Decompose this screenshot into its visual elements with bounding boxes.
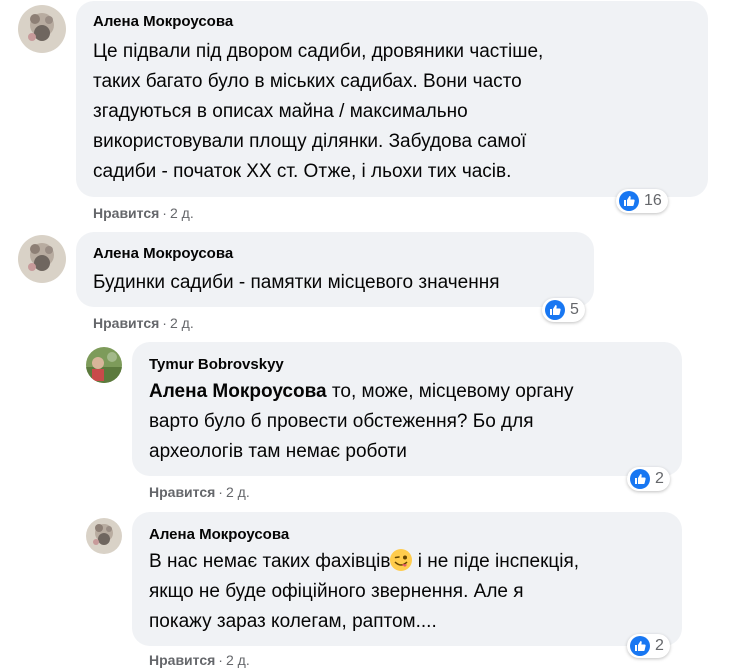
mention-link[interactable]: Алена Мокроусова [149,381,327,402]
thumbs-up-icon [630,636,650,656]
comment-text: Алена Мокроусова то, може, місцевому орг… [149,377,573,467]
meta-separator: · [162,315,167,331]
comment-text: Будинки садиби - памятки місцевого значе… [93,272,500,293]
thumbs-up-icon [619,191,639,211]
avatar[interactable] [18,5,66,53]
avatar-image [18,235,66,283]
comment-time[interactable]: 2 д. [170,205,194,221]
reaction-count: 2 [655,637,664,654]
comment-author[interactable]: Алена Мокроусова [93,245,233,262]
like-link[interactable]: Нравится [149,652,215,668]
comment-time[interactable]: 2 д. [226,652,250,668]
reaction-count-badge[interactable]: 5 [542,298,585,322]
like-link[interactable]: Нравится [93,315,159,331]
avatar[interactable] [86,347,122,383]
avatar[interactable] [86,518,122,554]
reaction-count-badge[interactable]: 2 [627,634,670,658]
avatar[interactable] [18,235,66,283]
reaction-count: 2 [655,470,664,487]
thumbs-up-icon [545,300,565,320]
comment-meta: Нравится · 2 д. [149,484,250,500]
comment-author[interactable]: Алена Мокроусова [149,526,289,543]
comment-author[interactable]: Tymur Bobrovskyy [149,356,284,373]
comment-meta: Нравится · 2 д. [93,315,194,331]
comment-meta: Нравится · 2 д. [149,652,250,668]
avatar-image [86,518,122,554]
comment-text-part: В нас немає таких фахівців [149,551,391,572]
avatar-image [86,347,122,383]
thumbs-up-icon [630,469,650,489]
comment-time[interactable]: 2 д. [226,484,250,500]
comment-time[interactable]: 2 д. [170,315,194,331]
meta-separator: · [218,652,223,668]
reaction-count-badge[interactable]: 16 [616,189,668,213]
reaction-count: 16 [644,192,662,209]
reaction-count-badge[interactable]: 2 [627,467,670,491]
winking-tongue-emoji-icon [390,549,413,571]
like-link[interactable]: Нравится [93,205,159,221]
meta-separator: · [218,484,223,500]
meta-separator: · [162,205,167,221]
like-link[interactable]: Нравится [149,484,215,500]
comment-author[interactable]: Алена Мокроусова [93,13,233,30]
avatar-image [18,5,66,53]
comment-text-part: і не піде інспекція, [412,551,580,572]
reaction-count: 5 [570,301,579,318]
comment-text: В нас немає таких фахівців і не піде інс… [149,547,579,637]
comment-text: Це підвали під двором садиби, дровяники … [93,41,544,182]
comment-meta: Нравится · 2 д. [93,205,194,221]
comment-text-part: якщо не буде офіційного звернення. Але я… [149,581,524,632]
